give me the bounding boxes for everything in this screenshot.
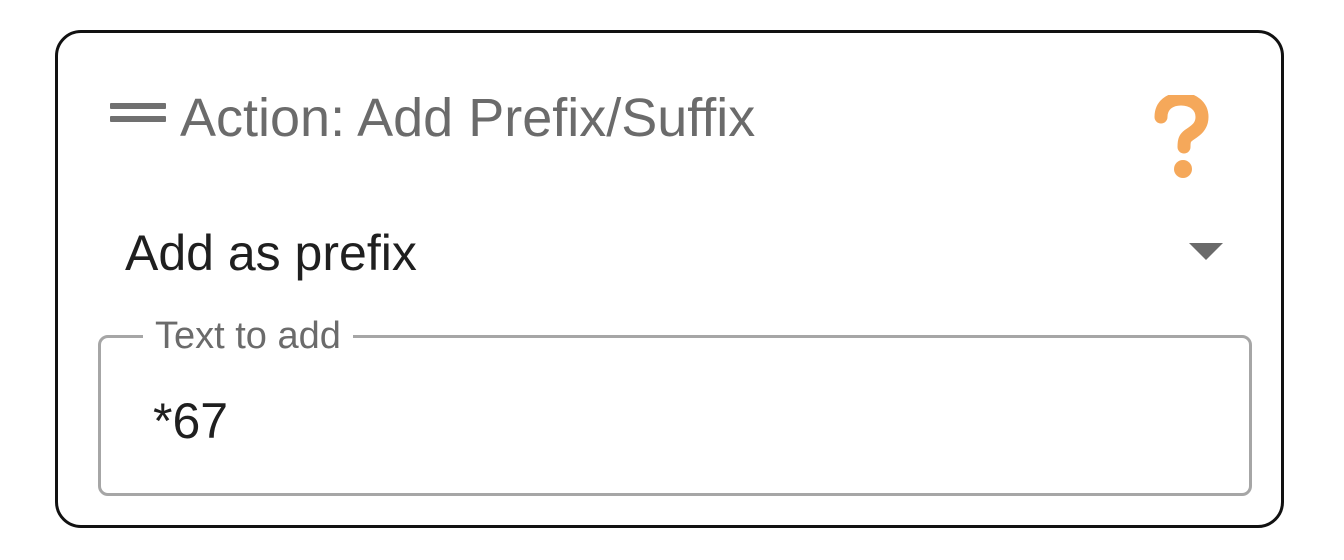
action-card: Action: Add Prefix/Suffix Add as prefix … xyxy=(55,30,1284,528)
drag-handle-icon[interactable] xyxy=(110,103,166,125)
drag-handle-bar-top xyxy=(110,103,166,109)
drag-handle-bar-bottom xyxy=(110,116,166,122)
text-to-add-label: Text to add xyxy=(143,314,353,358)
question-mark-glyph xyxy=(1154,92,1209,178)
text-to-add-field[interactable]: Text to add xyxy=(98,314,1252,496)
question-mark-icon[interactable] xyxy=(1151,92,1211,185)
text-to-add-input[interactable] xyxy=(153,386,1193,456)
dropdown-arrow-icon xyxy=(1189,243,1223,260)
mode-select-value: Add as prefix xyxy=(125,225,417,281)
mode-select[interactable]: Add as prefix xyxy=(113,213,1223,293)
card-title: Action: Add Prefix/Suffix xyxy=(180,88,756,148)
